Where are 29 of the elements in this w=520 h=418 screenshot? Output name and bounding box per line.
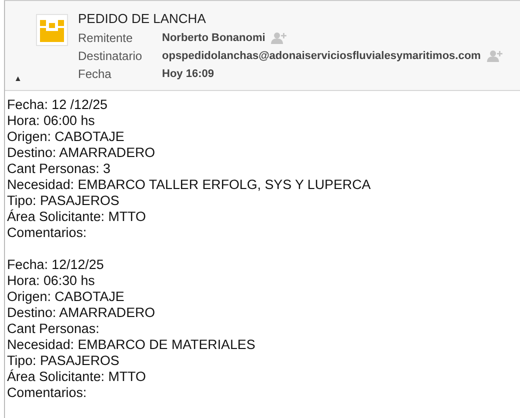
field-value: Norberto Bonanomi xyxy=(162,32,266,44)
body-text-line: Hora: 06:30 hs xyxy=(7,273,96,289)
body-text-line: Hora: 06:00 hs xyxy=(7,113,96,129)
body-text-line: Fecha: 12 /12/25 xyxy=(7,97,109,113)
field-label: Destinatario xyxy=(78,49,144,63)
body-text-line: Origen: CABOTAJE xyxy=(7,129,126,145)
add-contact-icon[interactable] xyxy=(486,50,503,62)
subject: PEDIDO DE LANCHA xyxy=(78,11,207,26)
add-contact-icon[interactable] xyxy=(271,32,288,44)
body-text-line: Destino: AMARRADERO xyxy=(7,145,156,161)
body-text-line: Cant Personas: xyxy=(7,321,100,337)
body-text-line: Área Solicitante: MTTO xyxy=(7,209,147,225)
body-text-line: Comentarios: xyxy=(7,225,88,241)
body-text-line: Destino: AMARRADERO xyxy=(7,305,156,321)
sender-logo-icon xyxy=(36,14,68,46)
field-value: Hoy 16:09 xyxy=(162,68,214,80)
body-text-line: Comentarios: xyxy=(7,385,88,401)
body-text-line: Cant Personas: 3 xyxy=(7,161,112,177)
field-label: Remitente xyxy=(78,31,134,45)
field-label: Fecha xyxy=(78,67,112,81)
body-text-line: Fecha: 12/12/25 xyxy=(7,257,105,273)
field-value: opspedidolanchas@adonaiserviciosfluvialesymaritimos.com xyxy=(162,50,481,62)
body-text-line: Necesidad: EMBARCO DE MATERIALES xyxy=(7,337,256,353)
body-text-line: Área Solicitante: MTTO xyxy=(7,369,147,385)
body-text-line: Necesidad: EMBARCO TALLER ERFOLG, SYS Y LUPERCA xyxy=(7,177,372,193)
body-text-line: Tipo: PASAJEROS xyxy=(7,353,120,369)
body-text-line: Tipo: PASAJEROS xyxy=(7,193,120,209)
body-text-line: Origen: CABOTAJE xyxy=(7,289,126,305)
collapse-toggle[interactable]: ▲ xyxy=(14,74,22,83)
